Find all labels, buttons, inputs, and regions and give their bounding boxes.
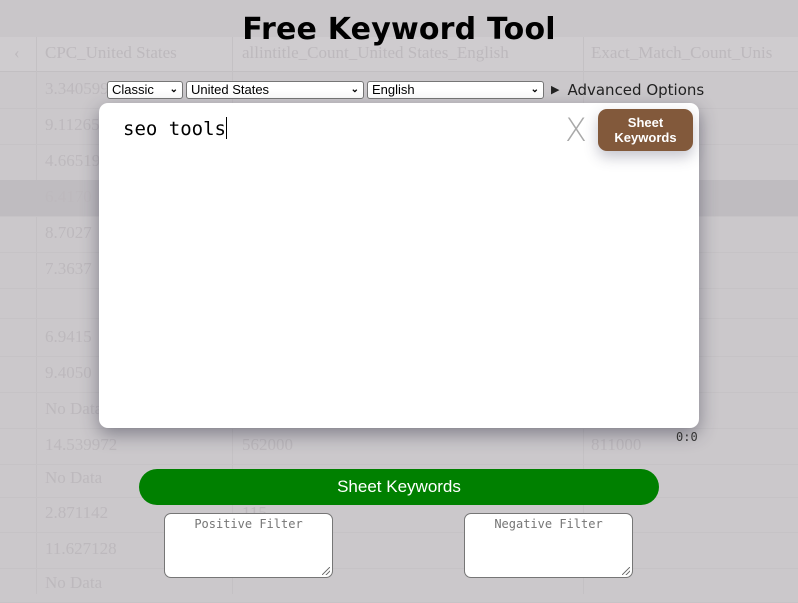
- negative-filter-placeholder: Negative Filter: [494, 517, 603, 531]
- mode-select-value: Classic: [112, 82, 154, 97]
- options-bar: Classic ⌄ United States ⌄ English ⌄ ▶ Ad…: [107, 80, 704, 99]
- line-counter: 0:0: [676, 430, 698, 444]
- country-select[interactable]: United States ⌄: [186, 80, 364, 99]
- cell: 2.871142: [45, 503, 109, 522]
- text-caret: [225, 117, 227, 139]
- cell: No Data: [45, 399, 103, 418]
- resize-handle-icon[interactable]: [622, 567, 630, 575]
- keywords-text: seo tools: [123, 118, 226, 140]
- cell: 9.4050: [45, 363, 92, 382]
- sheet-keywords-small-button[interactable]: Sheet Keywords: [598, 109, 693, 151]
- cell: 7.3637: [45, 259, 92, 278]
- chevron-down-icon: ⌄: [530, 84, 539, 95]
- cell: 6.9415: [45, 327, 92, 346]
- sheet-keywords-button[interactable]: Sheet Keywords: [139, 469, 659, 505]
- advanced-options-label: Advanced Options: [567, 80, 705, 99]
- cell: No Data: [45, 468, 103, 487]
- cell: 811000: [591, 435, 642, 454]
- mode-select[interactable]: Classic ⌄: [107, 80, 183, 99]
- language-select[interactable]: English ⌄: [367, 80, 544, 99]
- keyword-input-panel[interactable]: seo tools X Sheet Keywords: [99, 103, 699, 428]
- table-row: 11.627128: [0, 532, 798, 569]
- resize-handle-icon[interactable]: [322, 567, 330, 575]
- negative-filter-input[interactable]: Negative Filter: [464, 513, 633, 578]
- cell: 14.539972: [45, 435, 118, 454]
- clear-button[interactable]: X: [565, 111, 587, 149]
- sheet-button-label-line1: Sheet: [627, 115, 664, 130]
- advanced-options-toggle[interactable]: ▶ Advanced Options: [551, 81, 704, 99]
- positive-filter-placeholder: Positive Filter: [194, 517, 303, 531]
- cell: 562000: [242, 435, 293, 454]
- cell: No Data: [45, 573, 103, 592]
- cell: 4.66519: [45, 151, 101, 170]
- positive-filter-input[interactable]: Positive Filter: [164, 513, 333, 578]
- sheet-button-label-line2: Keywords: [614, 130, 677, 145]
- language-select-value: English: [372, 82, 415, 97]
- chevron-down-icon: ⌄: [169, 84, 178, 95]
- country-select-value: United States: [191, 82, 270, 97]
- triangle-right-icon: ▶: [551, 83, 560, 96]
- cell: 3.340599: [45, 79, 109, 98]
- cell: 8.7027: [45, 223, 92, 242]
- cell: 9.11265: [45, 115, 100, 134]
- keywords-textarea[interactable]: seo tools: [123, 117, 227, 140]
- chevron-down-icon: ⌄: [350, 84, 359, 95]
- cell: 6.4170: [45, 187, 92, 206]
- table-row: No Data: [0, 566, 798, 603]
- page-title: Free Keyword Tool: [242, 12, 556, 47]
- cell: 11.627128: [45, 539, 117, 558]
